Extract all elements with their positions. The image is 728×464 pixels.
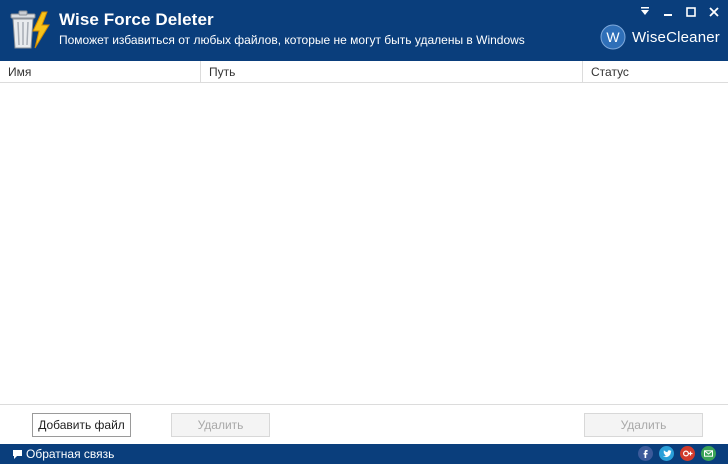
- menu-icon[interactable]: [637, 4, 653, 20]
- column-path[interactable]: Путь: [201, 61, 583, 83]
- title-bar: Wise Force Deleter Поможет избавиться от…: [0, 0, 728, 61]
- close-icon[interactable]: [706, 4, 722, 20]
- twitter-icon[interactable]: [659, 446, 674, 461]
- brand-name: WiseCleaner: [631, 28, 720, 46]
- column-name[interactable]: Имя: [0, 61, 201, 83]
- speech-bubble-icon: [13, 449, 22, 459]
- column-status[interactable]: Статус: [583, 61, 728, 83]
- facebook-icon[interactable]: [638, 446, 653, 461]
- delete-button[interactable]: Удалить: [171, 413, 270, 437]
- delete-all-button[interactable]: Удалить: [584, 413, 703, 437]
- add-file-button[interactable]: Добавить файл: [32, 413, 131, 437]
- brand: W WiseCleaner: [600, 24, 720, 50]
- social-links: [638, 446, 716, 461]
- email-icon[interactable]: [701, 446, 716, 461]
- maximize-icon[interactable]: [683, 4, 699, 20]
- window-controls: [637, 4, 722, 20]
- action-toolbar: Добавить файл Удалить Удалить: [0, 404, 728, 444]
- file-list[interactable]: [0, 83, 728, 404]
- google-plus-icon[interactable]: [680, 446, 695, 461]
- trash-lightning-icon: [10, 10, 50, 49]
- app-title: Wise Force Deleter: [59, 10, 214, 29]
- wisecleaner-logo-icon: W: [600, 24, 626, 50]
- feedback-link[interactable]: Обратная связь: [12, 447, 114, 461]
- feedback-label: Обратная связь: [26, 447, 115, 461]
- minimize-icon[interactable]: [660, 4, 676, 20]
- status-bar: Обратная связь: [0, 444, 728, 464]
- file-list-header: Имя Путь Статус: [0, 61, 728, 83]
- brand-logo-letter: W: [606, 29, 620, 45]
- app-subtitle: Поможет избавиться от любых файлов, кото…: [59, 33, 525, 47]
